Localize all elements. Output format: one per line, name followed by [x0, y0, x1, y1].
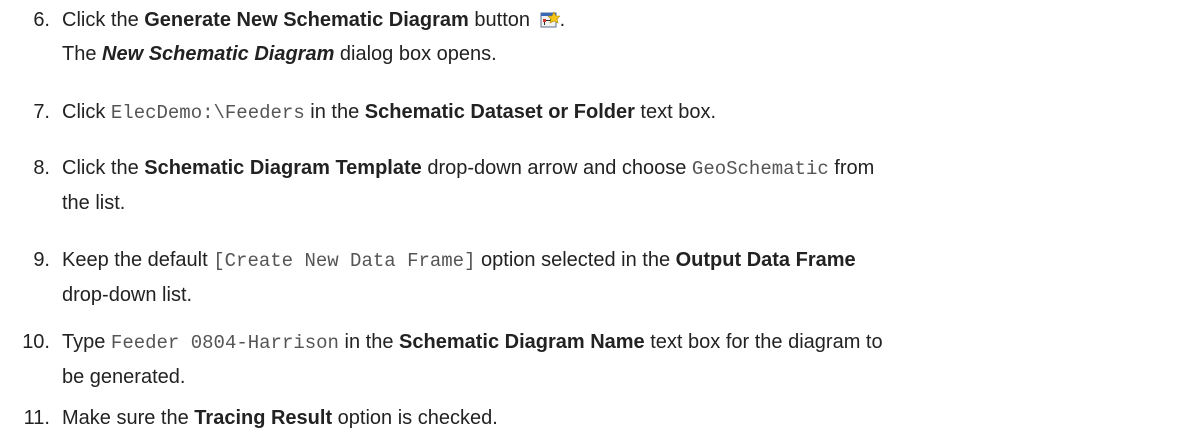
text: Make sure the	[62, 407, 195, 429]
step-line: be generated.	[62, 360, 1172, 394]
instruction-list: 6. Click the Generate New Schematic Diag…	[0, 0, 1196, 437]
step-text: Make sure the Tracing Result option is c…	[62, 401, 1172, 435]
step-line: Type Feeder 0804-Harrison in the Schemat…	[62, 325, 1172, 360]
text: from	[828, 157, 875, 179]
text: Click the	[62, 9, 145, 31]
text: Keep the default	[62, 249, 214, 271]
step-number: 6.	[33, 9, 50, 31]
text: .	[559, 9, 566, 31]
step-line: drop-down list.	[62, 278, 1172, 312]
ui-label: Output Data Frame	[675, 249, 856, 271]
step-line: Click the Schematic Diagram Template dro…	[62, 151, 1172, 186]
step-line: The New Schematic Diagram dialog box ope…	[62, 37, 1172, 71]
text: the list.	[62, 192, 126, 214]
text: Click the	[62, 157, 145, 179]
step-line: Click ElecDemo:\Feeders in the Schematic…	[62, 95, 1172, 130]
text: text box.	[634, 101, 717, 123]
code-text: [Create New Data Frame]	[213, 250, 476, 272]
step-number: 8.	[33, 157, 50, 179]
text: in the	[338, 331, 400, 353]
step-line: Keep the default [Create New Data Frame]…	[62, 243, 1172, 278]
step-line: the list.	[62, 186, 1172, 220]
ui-label: Schematic Diagram Template	[144, 157, 422, 179]
text: Click	[62, 101, 111, 123]
step-number: 11.	[23, 407, 50, 429]
step-line: Click the Generate New Schematic Diagram…	[62, 3, 1172, 37]
text: The	[62, 43, 103, 65]
ui-label: Tracing Result	[194, 407, 333, 429]
generate-schematic-icon	[540, 11, 560, 28]
step-text: Click ElecDemo:\Feeders in the Schematic…	[62, 95, 1172, 130]
text: button	[468, 9, 536, 31]
text: option selected in the	[475, 249, 676, 271]
text: drop-down list.	[62, 284, 193, 306]
text: dialog box opens.	[334, 43, 497, 65]
code-text: GeoSchematic	[691, 158, 829, 180]
step-text: Keep the default [Create New Data Frame]…	[62, 243, 1172, 312]
code-text: ElecDemo:\Feeders	[110, 102, 305, 124]
step-number: 10.	[22, 331, 50, 353]
text: be generated.	[62, 366, 186, 388]
step-line: Make sure the Tracing Result option is c…	[62, 401, 1172, 435]
step-number: 7.	[33, 101, 50, 123]
ui-label: Generate New Schematic Diagram	[144, 9, 469, 31]
text: drop-down arrow and choose	[421, 157, 692, 179]
step-text: Click the Schematic Diagram Template dro…	[62, 151, 1172, 220]
step-number: 9.	[33, 249, 50, 271]
code-text: Feeder 0804-Harrison	[110, 332, 339, 354]
ui-label: Schematic Diagram Name	[399, 331, 645, 353]
dialog-name: New Schematic Diagram	[102, 43, 335, 65]
ui-label: Schematic Dataset or Folder	[364, 101, 635, 123]
text: in the	[304, 101, 365, 123]
text: text box for the diagram to	[644, 331, 883, 353]
text: option is checked.	[332, 407, 498, 429]
step-text: Click the Generate New Schematic Diagram…	[62, 3, 1172, 71]
text: Type	[62, 331, 111, 353]
step-text: Type Feeder 0804-Harrison in the Schemat…	[62, 325, 1172, 394]
